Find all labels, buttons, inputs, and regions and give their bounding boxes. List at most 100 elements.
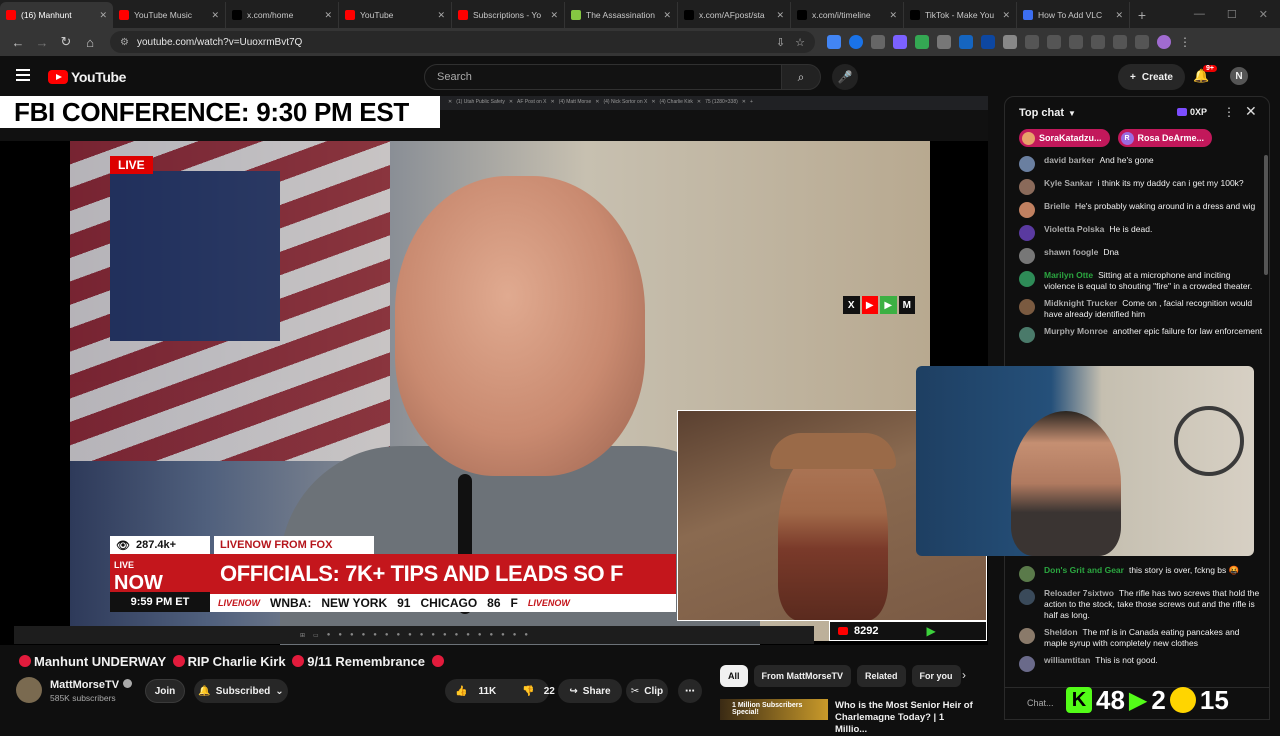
chip-for-you[interactable]: For you <box>911 665 961 687</box>
address-bar[interactable]: ⚙ youtube.com/watch?v=UuoxrmBvt7Q ⇩ ☆ <box>110 31 815 53</box>
chat-message[interactable]: Murphy Monroe another epic failure for la… <box>1005 324 1263 347</box>
chat-message[interactable]: Marilyn Otte Sitting at a microphone and … <box>1005 268 1263 296</box>
chat-message[interactable]: david barker And he's gone <box>1005 153 1263 176</box>
share-button[interactable]: ↪ Share <box>558 679 622 703</box>
chat-author[interactable]: Midknight Trucker <box>1044 298 1117 308</box>
chat-message[interactable]: Kyle Sankar i think its my daddy can i ge… <box>1005 176 1263 199</box>
avatar[interactable] <box>1019 327 1035 343</box>
thumbs-up-icon[interactable]: 👍 <box>455 686 467 697</box>
chat-author[interactable]: williamtitan <box>1044 655 1090 665</box>
avatar[interactable] <box>1019 271 1035 287</box>
chevron-right-icon[interactable]: › <box>962 668 966 682</box>
avatar[interactable] <box>1019 202 1035 218</box>
search-icon[interactable]: ⌕ <box>781 64 821 90</box>
avatar[interactable] <box>1019 299 1035 315</box>
close-tab-icon[interactable]: ✕ <box>663 10 671 21</box>
extension-icon[interactable] <box>1135 35 1149 49</box>
more-actions-icon[interactable]: ⋯ <box>678 679 702 703</box>
join-button[interactable]: Join <box>145 679 185 703</box>
chat-author[interactable]: david barker <box>1044 155 1095 165</box>
recommendation-title[interactable]: Who is the Most Senior Heir of Charlemag… <box>835 700 975 736</box>
avatar[interactable] <box>1019 225 1035 241</box>
browser-tab[interactable]: The Assassination ✕ <box>565 2 678 28</box>
clip-button[interactable]: ✂ Clip <box>626 679 668 703</box>
chip-from-channel[interactable]: From MattMorseTV <box>753 665 852 687</box>
pinned-chip[interactable]: R Rosa DeArme... <box>1117 129 1213 147</box>
minimize-icon[interactable]: — <box>1194 8 1205 20</box>
devtools-icon[interactable] <box>1069 35 1083 49</box>
chat-author[interactable]: shawn foogle <box>1044 247 1098 257</box>
chat-message[interactable]: Midknight Trucker Come on , facial recogn… <box>1005 296 1263 324</box>
back-icon[interactable]: ← <box>6 30 30 54</box>
reload-icon[interactable]: ↻ <box>54 30 78 54</box>
maximize-icon[interactable]: ☐ <box>1227 8 1237 21</box>
chat-message[interactable]: Don's Grit and Gear this story is over, f… <box>1005 563 1263 586</box>
bookmark-star-icon[interactable]: ☆ <box>795 36 805 49</box>
extension-icon[interactable] <box>1047 35 1061 49</box>
browser-tab[interactable]: x.com/home ✕ <box>226 2 339 28</box>
close-icon[interactable]: ✕ <box>1245 103 1257 120</box>
forward-icon[interactable]: → <box>30 30 54 54</box>
channel-name[interactable]: MattMorseTV <box>50 679 133 691</box>
recommendation-thumbnail[interactable]: 1 Million Subscribers Special! <box>720 699 828 720</box>
chat-author[interactable]: Don's Grit and Gear <box>1044 565 1124 575</box>
chat-author[interactable]: Reloader 7sixtwo <box>1044 588 1114 598</box>
browser-tab[interactable]: Subscriptions - Yo ✕ <box>452 2 565 28</box>
close-tab-icon[interactable]: ✕ <box>99 10 107 21</box>
browser-tab[interactable]: How To Add VLC ✕ <box>1017 2 1130 28</box>
chat-message[interactable]: Sheldon The mf is in Canada eating pancak… <box>1005 625 1263 653</box>
xp-badge[interactable]: 0XP <box>1177 107 1207 117</box>
avatar[interactable] <box>1019 179 1035 195</box>
avatar[interactable] <box>1019 656 1035 672</box>
site-info-icon[interactable]: ⚙ <box>120 37 129 48</box>
browser-tab[interactable]: (16) Manhunt ✕ <box>0 2 113 28</box>
chat-more-icon[interactable]: ⋮ <box>1223 105 1235 119</box>
extension-icon[interactable] <box>937 35 951 49</box>
avatar[interactable] <box>1019 248 1035 264</box>
extension-icon[interactable] <box>827 35 841 49</box>
extension-icon[interactable] <box>1091 35 1105 49</box>
close-tab-icon[interactable]: ✕ <box>437 10 445 21</box>
sidepanel-icon[interactable] <box>1113 35 1127 49</box>
chat-message[interactable]: Brielle He's probably waking around in a … <box>1005 199 1263 222</box>
chat-message[interactable]: shawn foogle Dna <box>1005 245 1263 268</box>
home-icon[interactable]: ⌂ <box>78 30 102 54</box>
browser-tab[interactable]: YouTube Music ✕ <box>113 2 226 28</box>
chat-author[interactable]: Kyle Sankar <box>1044 178 1093 188</box>
chat-message[interactable]: Reloader 7sixtwo The rifle has two screws… <box>1005 586 1263 625</box>
history-icon[interactable] <box>1025 35 1039 49</box>
avatar[interactable] <box>1019 566 1035 582</box>
chat-author[interactable]: Murphy Monroe <box>1044 326 1108 336</box>
new-tab-icon[interactable]: + <box>1130 2 1154 28</box>
avatar[interactable] <box>1019 589 1035 605</box>
chat-author[interactable]: Brielle <box>1044 201 1070 211</box>
extension-icon[interactable] <box>893 35 907 49</box>
install-icon[interactable]: ⇩ <box>776 36 785 49</box>
menu-icon[interactable] <box>16 69 30 81</box>
video-player[interactable]: ✕ (1) Utah Public Safety ✕ AF Post on X ✕ (4)… <box>0 96 988 645</box>
extension-icon[interactable] <box>849 35 863 49</box>
profile-icon[interactable] <box>1157 35 1171 49</box>
close-tab-icon[interactable]: ✕ <box>211 10 219 21</box>
chat-author[interactable]: Sheldon <box>1044 627 1078 637</box>
search-input[interactable]: Search <box>424 64 782 90</box>
close-tab-icon[interactable]: ✕ <box>550 10 558 21</box>
close-tab-icon[interactable]: ✕ <box>889 10 897 21</box>
chat-message[interactable]: williamtitan This is not good. <box>1005 653 1263 676</box>
account-avatar[interactable]: N <box>1230 67 1248 85</box>
like-dislike-buttons[interactable]: 👍 11K 👎 22 <box>445 679 555 703</box>
extension-icon[interactable] <box>915 35 929 49</box>
youtube-logo[interactable]: YouTube <box>48 69 126 85</box>
extension-icon[interactable] <box>981 35 995 49</box>
extensions-puzzle-icon[interactable] <box>1003 35 1017 49</box>
microphone-icon[interactable]: 🎤 <box>832 64 858 90</box>
chat-author[interactable]: Marilyn Otte <box>1044 270 1093 280</box>
close-tab-icon[interactable]: ✕ <box>324 10 332 21</box>
browser-tab[interactable]: YouTube ✕ <box>339 2 452 28</box>
subscribed-button[interactable]: 🔔 Subscribed ⌄ <box>194 679 288 703</box>
close-window-icon[interactable]: ✕ <box>1259 8 1268 21</box>
chip-all[interactable]: All <box>720 665 748 687</box>
avatar[interactable] <box>1019 156 1035 172</box>
avatar[interactable] <box>1019 628 1035 644</box>
browser-tab[interactable]: x.com/AFpost/sta ✕ <box>678 2 791 28</box>
